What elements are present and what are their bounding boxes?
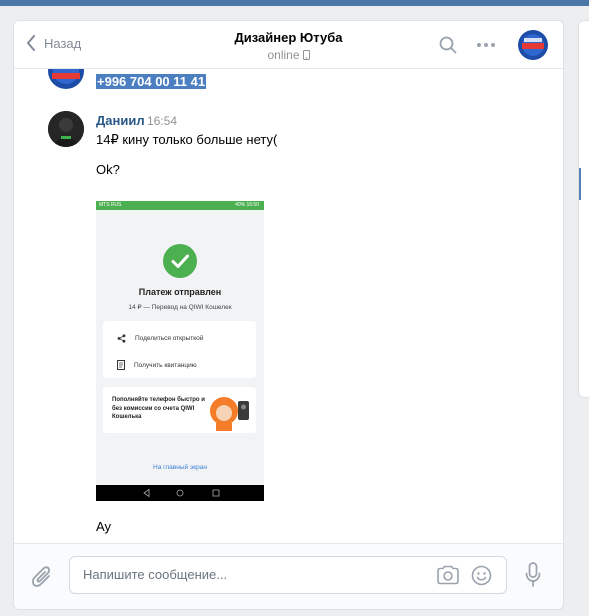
phone-status-bar: MTS RUS 40% 16:50: [96, 201, 264, 210]
panel-active-marker: [579, 168, 581, 200]
share-label: Поделиться открыткой: [135, 335, 204, 342]
share-row: Поделиться открыткой: [117, 334, 203, 343]
promo-illustration: [210, 397, 249, 431]
message-history[interactable]: +996 704 00 11 41 Даниил 16:54 14₽ кину …: [14, 69, 563, 543]
promo-text: Пополняйте телефон быстро и без комиссии…: [112, 397, 205, 420]
microphone-icon[interactable]: [525, 562, 541, 588]
status-bar-left: MTS RUS: [99, 202, 122, 208]
receipt-icon: [117, 360, 125, 370]
share-icon: [117, 334, 126, 343]
chat-header: Назад Дизайнер Ютуба online: [14, 21, 563, 69]
check-icon: [163, 244, 197, 278]
message-text: Ау: [96, 519, 112, 534]
online-status: online: [14, 48, 563, 62]
status-bar-right: 40% 16:50: [235, 202, 259, 208]
actions-card: Поделиться открыткой Получить квитанцию: [103, 321, 256, 378]
paperclip-icon[interactable]: [31, 565, 53, 589]
right-panel: [578, 20, 589, 398]
chat-avatar[interactable]: [518, 30, 548, 60]
promo-card: Пополняйте телефон быстро и без комиссии…: [103, 387, 256, 433]
message-text: Ok?: [96, 162, 120, 177]
phone-icon: [302, 50, 310, 60]
search-icon[interactable]: [439, 36, 457, 54]
payment-title: Платеж отправлен: [138, 287, 222, 297]
camera-icon[interactable]: [436, 565, 460, 585]
smile-icon[interactable]: [471, 565, 492, 586]
message-input[interactable]: [83, 567, 423, 582]
phone-nav-bar: [96, 485, 264, 501]
message-composer: [14, 543, 563, 609]
main-screen-link: На главный экран: [153, 464, 207, 471]
receipt-label: Получить квитанцию: [134, 361, 197, 369]
message-input-field[interactable]: [69, 556, 507, 594]
chat-window: Назад Дизайнер Ютуба online +996 704 00 …: [13, 20, 564, 610]
message-author[interactable]: Даниил: [96, 113, 145, 128]
payment-subtitle: 14 ₽ — Перевод на QIWI Кошелек: [128, 304, 232, 311]
sender-avatar[interactable]: [48, 69, 84, 89]
top-bar: [0, 0, 589, 6]
status-text: online: [267, 48, 300, 62]
message-text: 14₽ кину только больше нету(: [96, 132, 278, 147]
payment-screenshot-image[interactable]: MTS RUS 40% 16:50 Платеж отправлен 14 ₽ —…: [96, 201, 264, 501]
message-time[interactable]: 16:54: [147, 114, 177, 128]
selected-phone-number[interactable]: +996 704 00 11 41: [96, 74, 207, 89]
author-avatar[interactable]: [48, 111, 84, 147]
receipt-row: Получить квитанцию: [117, 360, 197, 370]
more-icon[interactable]: [476, 42, 496, 48]
